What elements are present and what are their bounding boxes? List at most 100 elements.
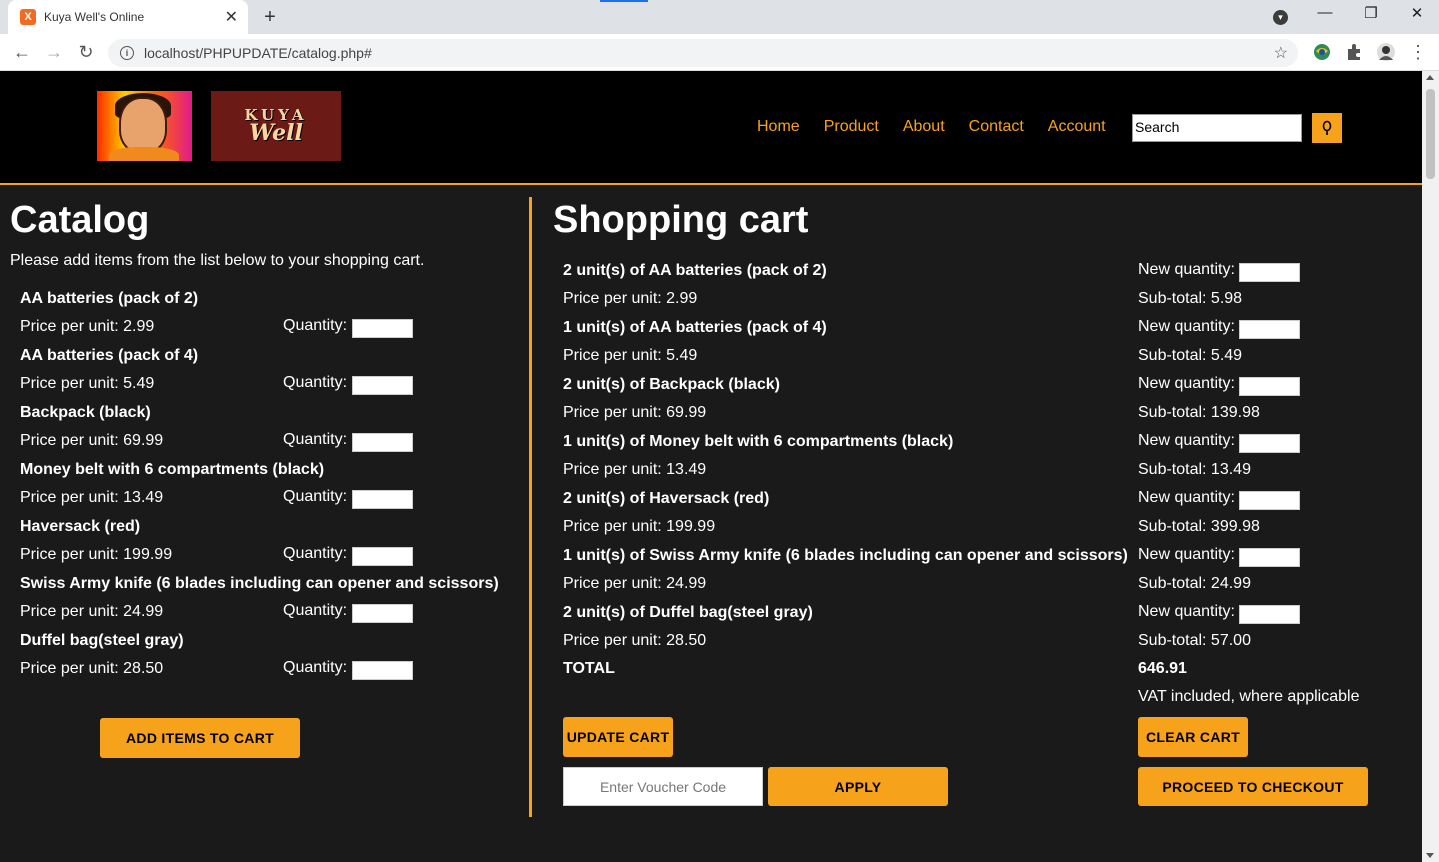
clear-cart-button[interactable]: CLEAR CART: [1138, 717, 1248, 757]
cart-item-line: 1 unit(s) of AA batteries (pack of 4): [563, 319, 827, 336]
scrollbar-thumb[interactable]: [1426, 89, 1435, 179]
web-page: KUYA Well Home Product About Contact Acc…: [0, 71, 1422, 862]
cart-item-line: 2 unit(s) of Backpack (black): [563, 376, 780, 393]
reload-icon[interactable]: ↻: [74, 40, 98, 64]
extension-globe-icon[interactable]: [1313, 43, 1331, 61]
forward-icon[interactable]: →: [42, 40, 66, 64]
cart-item-price: Price per unit: 28.50: [563, 632, 707, 649]
cart-item-price: Price per unit: 5.49: [563, 347, 698, 364]
quantity-label: Quantity:: [283, 317, 348, 334]
catalog-subtext: Please add items from the list below to …: [10, 252, 425, 269]
search-button[interactable]: [1312, 113, 1342, 143]
profile-avatar-icon[interactable]: [1377, 43, 1395, 61]
new-quantity-input[interactable]: [1239, 434, 1300, 453]
bookmark-star-icon[interactable]: ☆: [1274, 43, 1288, 63]
catalog-item: Haversack (red) Price per unit: 199.99 Q…: [20, 518, 520, 566]
quantity-label: Quantity:: [283, 659, 348, 676]
catalog-item-price: Price per unit: 2.99: [20, 318, 155, 335]
new-quantity-input[interactable]: [1239, 491, 1300, 510]
catalog-item-name: Duffel bag(steel gray): [20, 632, 184, 649]
browser-toolbar: ← → ↻ i localhost/PHPUPDATE/catalog.php#…: [0, 34, 1439, 71]
cart-title: Shopping cart: [553, 199, 809, 241]
tab-close-icon[interactable]: ✕: [225, 7, 238, 27]
page-scrollbar[interactable]: [1422, 71, 1439, 862]
quantity-input[interactable]: [352, 490, 413, 509]
catalog-item: AA batteries (pack of 4) Price per unit:…: [20, 347, 520, 395]
quantity-label: Quantity:: [283, 545, 348, 562]
new-quantity-input[interactable]: [1239, 548, 1300, 567]
catalog-section: Catalog: [10, 199, 520, 242]
search-input[interactable]: Search: [1132, 114, 1302, 142]
quantity-input[interactable]: [352, 433, 413, 452]
kuya-well-text-logo[interactable]: KUYA Well: [211, 91, 341, 161]
browser-menu-icon[interactable]: ⋮: [1406, 40, 1430, 64]
site-info-icon[interactable]: i: [120, 46, 134, 60]
nav-about[interactable]: About: [903, 118, 945, 136]
quantity-label: Quantity:: [283, 488, 348, 505]
quantity-input[interactable]: [352, 319, 413, 338]
new-tab-button[interactable]: +: [258, 5, 282, 29]
catalog-item-name: Money belt with 6 compartments (black): [20, 461, 325, 478]
nav-account[interactable]: Account: [1048, 118, 1106, 136]
tab-search-icon[interactable]: ▾: [1273, 10, 1288, 25]
quantity-input[interactable]: [352, 547, 413, 566]
catalog-item: AA batteries (pack of 2) Price per unit:…: [20, 290, 520, 338]
section-divider: [529, 197, 532, 817]
cart-item-price: Price per unit: 2.99: [563, 290, 698, 307]
catalog-item: Swiss Army knife (6 blades including can…: [20, 575, 520, 623]
cart-subtotal: Sub-total: 5.98: [1138, 290, 1243, 307]
catalog-item-name: Haversack (red): [20, 518, 141, 535]
catalog-item-name: AA batteries (pack of 2): [20, 290, 199, 307]
quantity-input[interactable]: [352, 604, 413, 623]
new-quantity-input[interactable]: [1239, 377, 1300, 396]
new-quantity-input[interactable]: [1239, 320, 1300, 339]
nav-home[interactable]: Home: [757, 118, 800, 136]
apply-voucher-button[interactable]: APPLY: [768, 767, 948, 806]
new-quantity-input[interactable]: [1239, 605, 1300, 624]
cart-subtotal: Sub-total: 139.98: [1138, 404, 1260, 421]
close-window-button[interactable]: ✕: [1402, 4, 1432, 22]
site-header: KUYA Well Home Product About Contact Acc…: [0, 71, 1422, 185]
new-quantity-label: New quantity:: [1138, 375, 1235, 392]
back-icon[interactable]: ←: [10, 40, 34, 64]
catalog-item-price: Price per unit: 69.99: [20, 432, 164, 449]
add-items-to-cart-button[interactable]: ADD ITEMS TO CART: [100, 718, 300, 758]
cart-item-price: Price per unit: 24.99: [563, 575, 707, 592]
catalog-title: Catalog: [10, 199, 150, 241]
proceed-to-checkout-button[interactable]: PROCEED TO CHECKOUT: [1138, 767, 1368, 806]
url-text[interactable]: localhost/PHPUPDATE/catalog.php#: [144, 45, 372, 61]
new-quantity-input[interactable]: [1239, 263, 1300, 282]
cart-subtotal: Sub-total: 24.99: [1138, 575, 1251, 592]
nav-product[interactable]: Product: [824, 118, 879, 136]
cart-subtotal: Sub-total: 13.49: [1138, 461, 1251, 478]
cart-item-line: 2 unit(s) of Duffel bag(steel gray): [563, 604, 813, 621]
tab-title: Kuya Well's Online: [44, 10, 145, 24]
total-value: 646.91: [1138, 660, 1187, 677]
cart-item-line: 1 unit(s) of Swiss Army knife (6 blades …: [563, 547, 1128, 564]
new-quantity-label: New quantity:: [1138, 432, 1235, 449]
search-icon: [1322, 120, 1332, 135]
scroll-down-arrow-icon[interactable]: [1426, 853, 1434, 858]
quantity-label: Quantity:: [283, 602, 348, 619]
nav-contact[interactable]: Contact: [969, 118, 1024, 136]
cart-subtotal: Sub-total: 5.49: [1138, 347, 1243, 364]
minimize-button[interactable]: —: [1310, 4, 1340, 21]
cart-subtotal: Sub-total: 57.00: [1138, 632, 1251, 649]
logo-face: [119, 97, 167, 153]
cart-item-price: Price per unit: 199.99: [563, 518, 716, 535]
quantity-input[interactable]: [352, 376, 413, 395]
voucher-code-input[interactable]: Enter Voucher Code: [563, 767, 763, 806]
xampp-favicon-icon: X: [20, 9, 36, 25]
extensions-puzzle-icon[interactable]: [1345, 43, 1363, 61]
scroll-up-arrow-icon[interactable]: [1426, 75, 1434, 80]
new-quantity-label: New quantity:: [1138, 489, 1235, 506]
kuya-portrait-logo[interactable]: [97, 91, 192, 161]
quantity-input[interactable]: [352, 661, 413, 680]
maximize-button[interactable]: ❐: [1356, 4, 1386, 22]
catalog-item-name: Backpack (black): [20, 404, 151, 421]
new-quantity-label: New quantity:: [1138, 603, 1235, 620]
update-cart-button[interactable]: UPDATE CART: [563, 717, 673, 757]
browser-tab[interactable]: X Kuya Well's Online ✕: [8, 0, 248, 34]
address-bar[interactable]: i localhost/PHPUPDATE/catalog.php# ☆: [108, 39, 1298, 67]
logo-shirt: [109, 147, 179, 161]
